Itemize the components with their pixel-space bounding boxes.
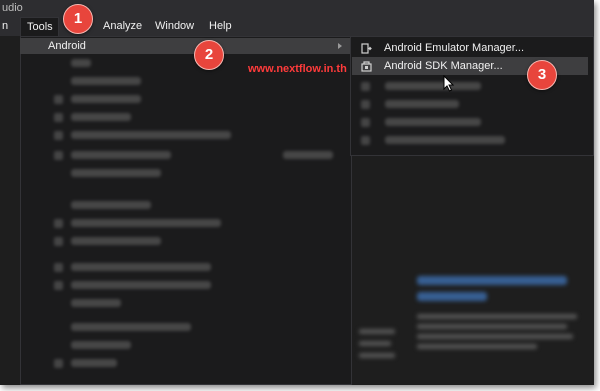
menu-icon-blurred xyxy=(54,263,63,272)
menu-icon-blurred xyxy=(54,113,63,122)
menu-item-blurred[interactable] xyxy=(71,169,161,177)
menu-icon-blurred xyxy=(54,281,63,290)
background-side-panel xyxy=(355,321,400,381)
menu-item-blurred[interactable] xyxy=(385,118,481,126)
menu-item-blurred[interactable] xyxy=(71,219,221,227)
menu-item-blurred[interactable] xyxy=(385,136,505,144)
menu-item-blurred[interactable] xyxy=(71,263,211,271)
menu-item-tools[interactable]: Tools xyxy=(20,17,59,36)
step-badge-3: 3 xyxy=(527,60,557,90)
menu-icon-blurred xyxy=(54,219,63,228)
menu-item-help[interactable]: Help xyxy=(209,17,232,36)
menu-item-blurred[interactable] xyxy=(71,131,231,139)
menu-item-blurred[interactable] xyxy=(71,341,131,349)
tools-menu xyxy=(20,36,352,385)
menu-item-blurred[interactable] xyxy=(71,113,131,121)
menu-item-blurred[interactable] xyxy=(71,359,117,367)
menu-item-blurred[interactable] xyxy=(71,59,91,67)
menu-item-blurred[interactable] xyxy=(71,77,141,85)
menu-item-blurred[interactable] xyxy=(71,201,151,209)
menu-icon-blurred xyxy=(54,131,63,140)
menu-item-view-fragment[interactable]: n xyxy=(2,17,8,36)
menu-item-blurred[interactable] xyxy=(385,100,459,108)
menu-shortcut-blurred xyxy=(283,151,333,159)
window-title: udio xyxy=(2,2,23,14)
menu-item-blurred[interactable] xyxy=(71,95,141,103)
emulator-manager-label: Android Emulator Manager... xyxy=(384,42,525,54)
menu-icon-blurred xyxy=(361,118,370,127)
step-badge-2: 2 xyxy=(194,40,224,70)
menu-item-blurred[interactable] xyxy=(71,323,191,331)
watermark-text: www.nextflow.in.th xyxy=(248,63,347,75)
menu-icon-blurred xyxy=(54,151,63,160)
menu-item-blurred[interactable] xyxy=(71,237,161,245)
menu-icon-blurred xyxy=(54,95,63,104)
step-badge-1: 1 xyxy=(63,4,93,34)
menu-item-tools-label: Tools xyxy=(27,21,53,33)
menu-item-android-label: Android xyxy=(48,40,86,52)
menu-icon-blurred xyxy=(361,82,370,91)
submenu-arrow-icon xyxy=(338,43,342,49)
menu-icon-blurred xyxy=(54,237,63,246)
menu-item-android[interactable]: Android xyxy=(20,38,350,54)
mouse-cursor-icon xyxy=(443,75,455,92)
menu-item-analyze[interactable]: Analyze xyxy=(103,17,142,36)
menu-item-blurred[interactable] xyxy=(385,82,481,90)
menu-icon-blurred xyxy=(361,136,370,145)
emulator-icon xyxy=(361,43,372,54)
menu-item-window[interactable]: Window xyxy=(155,17,194,36)
menu-item-android-emulator-manager[interactable]: Android Emulator Manager... xyxy=(352,39,588,57)
menu-item-blurred[interactable] xyxy=(71,299,121,307)
background-start-page xyxy=(405,266,585,376)
menu-item-blurred[interactable] xyxy=(71,281,211,289)
ide-window: udio n Tools Analyze Window Help Android… xyxy=(0,0,594,385)
menu-item-blurred[interactable] xyxy=(71,151,171,159)
sdk-manager-label: Android SDK Manager... xyxy=(384,60,503,72)
menu-icon-blurred xyxy=(54,359,63,368)
menu-icon-blurred xyxy=(361,100,370,109)
sdk-icon xyxy=(361,61,372,72)
